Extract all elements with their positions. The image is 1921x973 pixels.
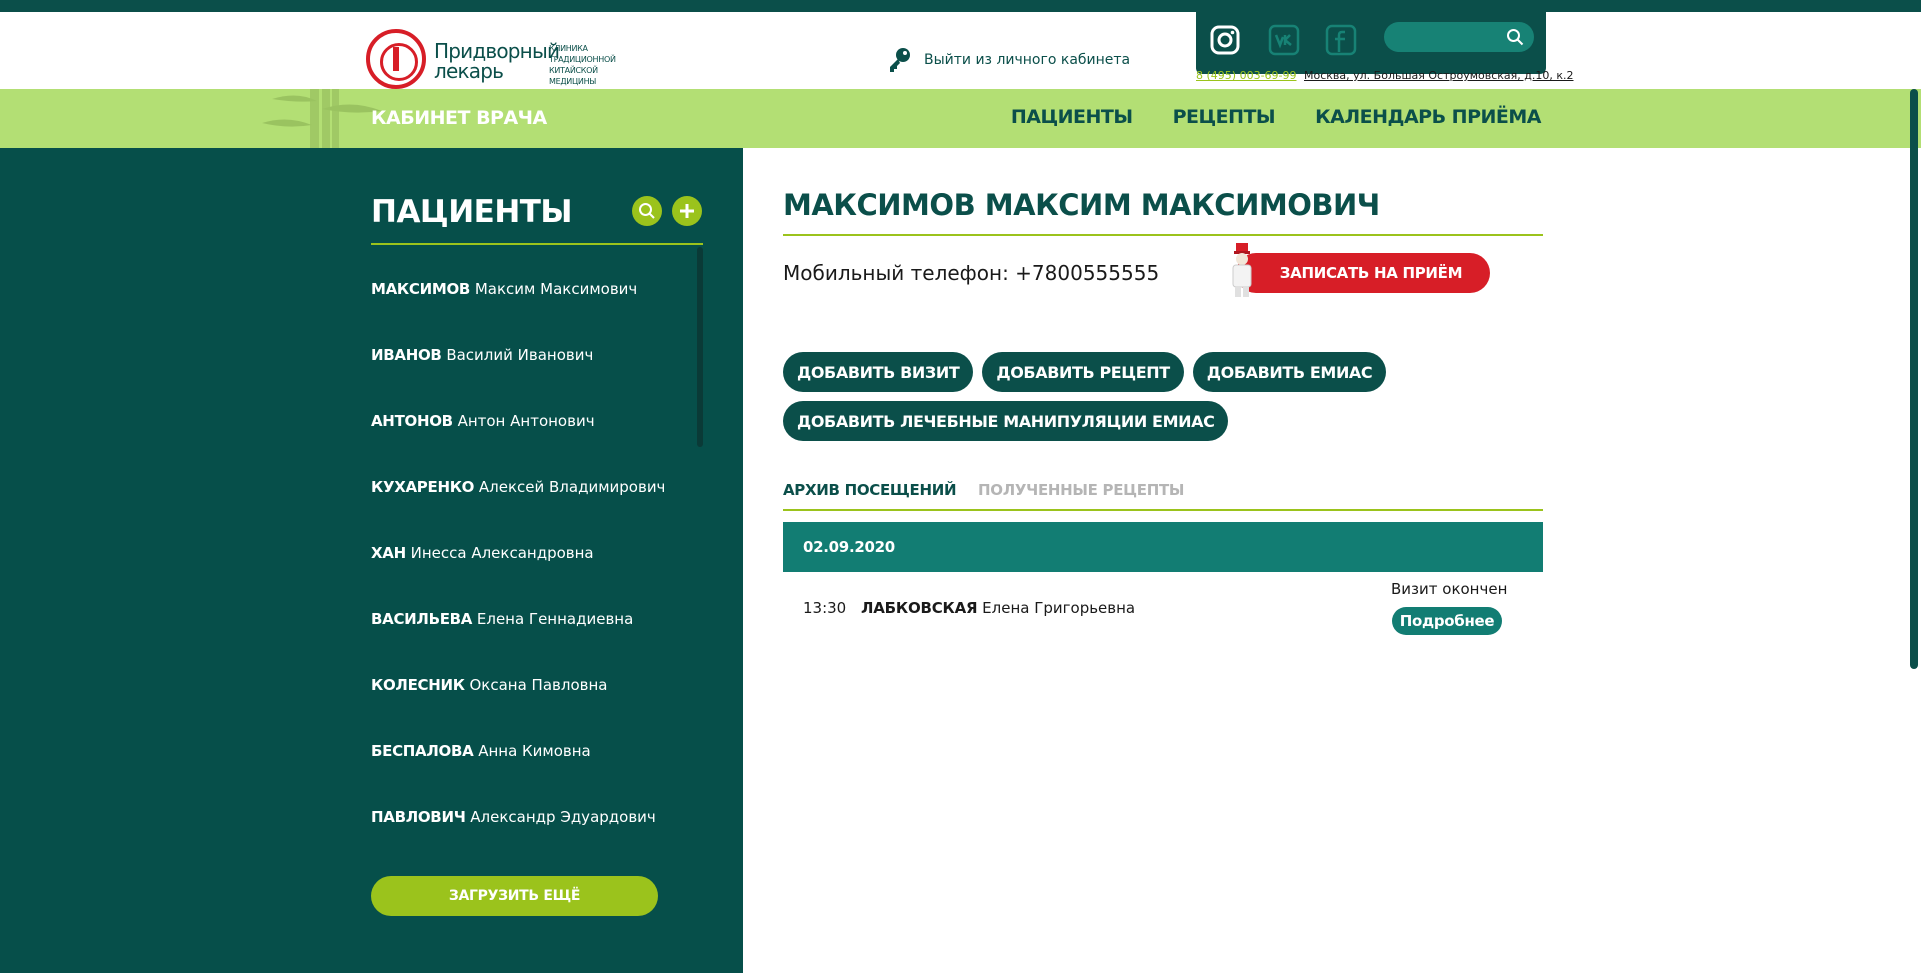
patient-list-item[interactable]: КОЛЕСНИК Оксана Павловна [371,676,691,742]
instagram-icon[interactable] [1207,22,1243,58]
patient-name: Алексей Владимирович [478,478,666,496]
patient-name: Антон Антонович [457,412,595,430]
page-scrollbar[interactable] [1910,89,1918,669]
nav-links: ПАЦИЕНТЫ РЕЦЕПТЫ КАЛЕНДАРЬ ПРИЁМА [1011,106,1542,128]
patient-name: Елена Геннадиевна [476,610,634,628]
key-icon [890,48,910,72]
clinic-logo[interactable]: Придворный лекарь КЛИНИКА ТРАДИЦИОННОЙ К… [366,29,616,91]
patient-phone: Мобильный телефон: +7800555555 [783,261,1159,285]
patient-name: Оксана Павловна [469,676,608,694]
visit-date: 02.09.2020 [803,538,895,556]
vk-icon[interactable] [1266,22,1302,58]
patient-list-item[interactable]: БЕСПАЛОВА Анна Кимовна [371,742,691,808]
title-divider [783,234,1543,236]
social-search-panel [1196,12,1546,74]
logout-label: Выйти из личного кабинета [924,52,1131,68]
nav-title: КАБИНЕТ ВРАЧА [371,107,547,129]
patient-list-item[interactable]: КУХАРЕНКО Алексей Владимирович [371,478,691,544]
site-search[interactable] [1384,22,1534,52]
patient-name: Анна Кимовна [478,742,591,760]
visit-status: Визит окончен [1391,580,1508,598]
visit-row: 13:30 ЛАБКОВСКАЯ Елена Григорьевна Визит… [783,572,1543,644]
doctor-surname: ЛАБКОВСКАЯ [861,599,978,617]
patient-list-item[interactable]: ХАН Инесса Александровна [371,544,691,610]
search-patient-button[interactable] [632,196,662,226]
patient-surname: КУХАРЕНКО [371,478,475,496]
top-strip [0,0,1921,12]
logout-link[interactable]: Выйти из личного кабинета [886,46,1130,74]
patient-name: Максим Максимович [474,280,638,298]
search-input[interactable] [1396,27,1506,47]
doctor-name: Елена Григорьевна [982,599,1136,617]
contacts-line: 8 (495) 003-69-99 Москва, ул. Большая Ос… [1196,69,1574,83]
patient-name: Инесса Александровна [410,544,594,562]
visit-time: 13:30 [803,599,847,617]
patient-list: МАКСИМОВ Максим Максимович ИВАНОВ Васили… [371,280,691,874]
patient-surname: МАКСИМОВ [371,280,471,298]
phone-link[interactable]: 8 (495) 003-69-99 [1196,69,1297,82]
phone-value: +7800555555 [1015,261,1160,285]
header: Придворный лекарь КЛИНИКА ТРАДИЦИОННОЙ К… [0,12,1921,89]
visit-date-header: 02.09.2020 [783,522,1543,572]
nav-link-prescriptions[interactable]: РЕЦЕПТЫ [1173,106,1276,128]
page-title: МАКСИМОВ МАКСИМ МАКСИМОВИЧ [783,188,1380,222]
search-icon [639,203,655,219]
patient-name: Александр Эдуардович [470,808,656,826]
sidebar-title: ПАЦИЕНТЫ [371,194,573,230]
tab-received-prescriptions[interactable]: ПОЛУЧЕННЫЕ РЕЦЕПТЫ [978,481,1184,499]
patient-surname: КОЛЕСНИК [371,676,465,694]
patient-list-item[interactable]: ВАСИЛЬЕВА Елена Геннадиевна [371,610,691,676]
patient-surname: АНТОНОВ [371,412,453,430]
logo-name: Придворный лекарь [434,39,560,83]
logo-subtitle: КЛИНИКА ТРАДИЦИОННОЙ КИТАЙСКОЙ МЕДИЦИНЫ [549,44,616,86]
tab-visit-archive[interactable]: АРХИВ ПОСЕЩЕНИЙ [783,481,957,499]
action-buttons: ДОБАВИТЬ ВИЗИТ ДОБАВИТЬ РЕЦЕПТ ДОБАВИТЬ … [783,352,1543,450]
patient-surname: ВАСИЛЬЕВА [371,610,473,628]
facebook-icon[interactable] [1323,22,1359,58]
main-nav: КАБИНЕТ ВРАЧА ПАЦИЕНТЫ РЕЦЕПТЫ КАЛЕНДАРЬ… [0,89,1921,148]
patient-list-item[interactable]: ПАВЛОВИЧ Александр Эдуардович [371,808,691,874]
logo-seal-icon [366,29,426,89]
book-appointment-button[interactable]: ЗАПИСАТЬ НА ПРИЁМ [1232,243,1490,297]
add-emias-button[interactable]: ДОБАВИТЬ ЕМИАС [1192,352,1387,392]
patient-detail: МАКСИМОВ МАКСИМ МАКСИМОВИЧ Мобильный тел… [783,148,1543,973]
visit-details-button[interactable]: Подробнее [1392,607,1502,635]
plus-icon [680,204,694,218]
sidebar-scrollbar[interactable] [697,247,703,447]
patient-name: Василий Иванович [446,346,594,364]
search-icon[interactable] [1506,28,1524,46]
nav-link-patients[interactable]: ПАЦИЕНТЫ [1011,106,1133,128]
add-treatment-emias-button[interactable]: ДОБАВИТЬ ЛЕЧЕБНЫЕ МАНИПУЛЯЦИИ ЕМИАС [783,401,1229,441]
visit-doctor: ЛАБКОВСКАЯ Елена Григорьевна [861,599,1135,617]
patient-surname: ПАВЛОВИЧ [371,808,466,826]
add-visit-button[interactable]: ДОБАВИТЬ ВИЗИТ [783,352,974,392]
nav-link-calendar[interactable]: КАЛЕНДАРЬ ПРИЁМА [1315,106,1541,128]
add-prescription-button[interactable]: ДОБАВИТЬ РЕЦЕПТ [982,352,1184,392]
patient-surname: ИВАНОВ [371,346,442,364]
patient-surname: ХАН [371,544,406,562]
add-patient-button[interactable] [672,196,702,226]
address-link[interactable]: Москва, ул. Большая Остроумовская, д.10,… [1304,69,1574,82]
tabs-divider [783,509,1543,511]
load-more-button[interactable]: ЗАГРУЗИТЬ ЕЩЁ [371,876,658,916]
patient-list-item[interactable]: ИВАНОВ Василий Иванович [371,346,691,412]
patients-sidebar: ПАЦИЕНТЫ МАКСИМОВ Максим Максимович ИВАН… [0,148,743,973]
patient-surname: БЕСПАЛОВА [371,742,474,760]
visit-tabs: АРХИВ ПОСЕЩЕНИЙ ПОЛУЧЕННЫЕ РЕЦЕПТЫ [783,481,1543,511]
book-appointment-label: ЗАПИСАТЬ НА ПРИЁМ [1279,264,1463,282]
sidebar-divider [371,243,703,245]
phone-label: Мобильный телефон: [783,261,1009,285]
patient-list-item[interactable]: МАКСИМОВ Максим Максимович [371,280,691,346]
patient-list-item[interactable]: АНТОНОВ Антон Антонович [371,412,691,478]
